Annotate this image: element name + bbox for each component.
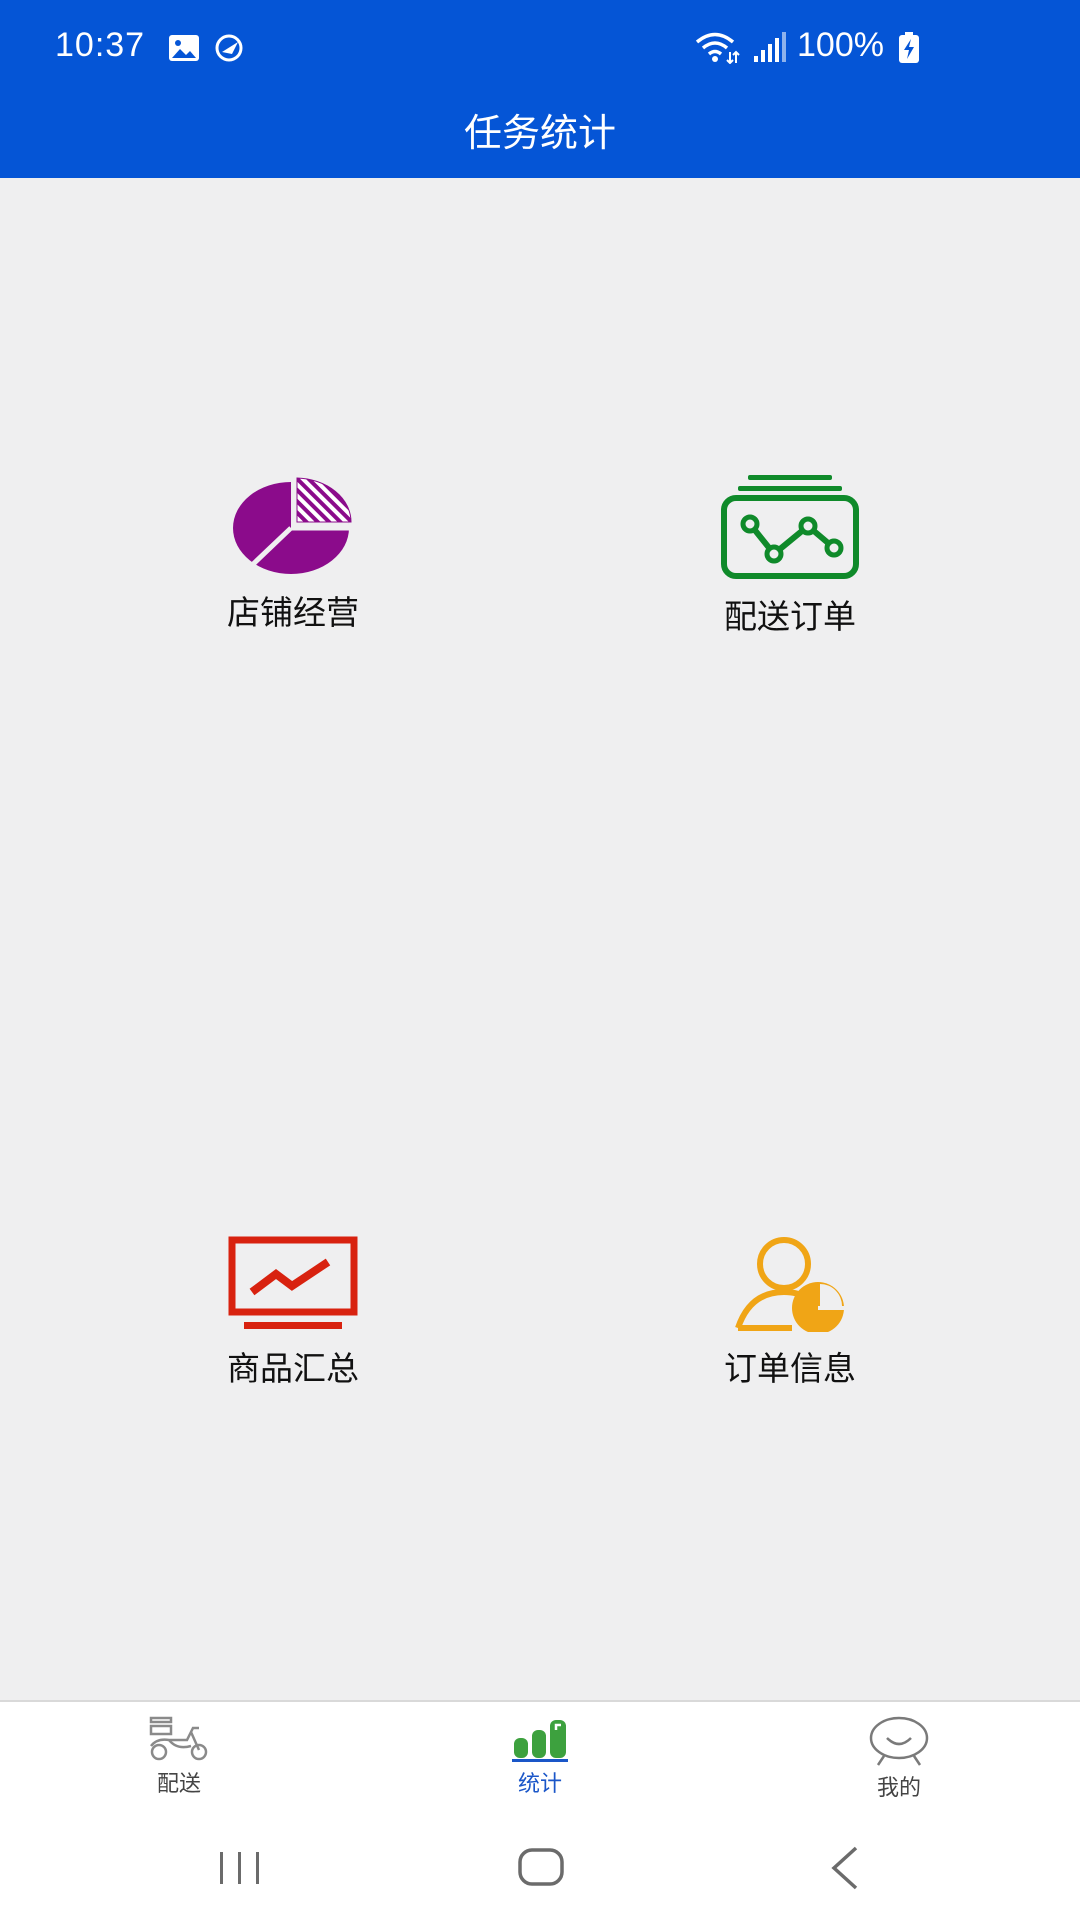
tile-order-info[interactable]: 订单信息 <box>640 1236 940 1436</box>
tile-delivery-orders[interactable]: 配送订单 <box>640 472 940 672</box>
tile-label: 订单信息 <box>724 1349 856 1388</box>
status-time: 10:37 <box>55 26 146 64</box>
tile-label: 配送订单 <box>724 597 856 636</box>
nav-label: 统计 <box>517 1772 562 1797</box>
status-bar: 10:37 100% <box>0 0 1080 96</box>
tile-product-summary[interactable]: 商品汇总 <box>143 1236 443 1436</box>
scooter-icon <box>149 1716 208 1761</box>
home-icon[interactable] <box>500 1838 580 1898</box>
nav-tab-mine[interactable]: 我的 <box>799 1716 999 1816</box>
nav-tab-statistics[interactable]: 统计 <box>440 1716 640 1816</box>
wifi-icon <box>695 32 740 64</box>
battery-percentage: 100% <box>797 26 884 64</box>
bottom-nav: 配送 统计 我的 <box>0 1700 1080 1818</box>
pie-chart-icon <box>233 477 352 574</box>
system-nav-bar <box>0 1816 1080 1920</box>
signal-icon <box>754 32 786 62</box>
tile-label: 商品汇总 <box>227 1349 359 1388</box>
nav-label: 配送 <box>156 1772 201 1797</box>
user-pie-icon <box>735 1237 844 1332</box>
monitor-trend-icon <box>228 1236 358 1329</box>
header: 10:37 100% 任务统计 <box>0 0 1080 178</box>
screen: 10:37 100% 任务统计 店铺经营 配送订单 商品汇总 订单信息 配送 统… <box>0 0 1080 1920</box>
nav-label: 我的 <box>876 1776 921 1801</box>
smiley-profile-icon <box>869 1716 929 1766</box>
recent-apps-icon[interactable] <box>200 1838 280 1898</box>
page-title: 任务统计 <box>463 111 616 155</box>
image-icon <box>169 35 199 61</box>
tile-label: 店铺经营 <box>227 593 359 632</box>
line-chart-card-icon <box>721 475 859 579</box>
tile-store-operations[interactable]: 店铺经营 <box>143 472 443 672</box>
battery-charging-icon <box>899 32 919 63</box>
back-icon[interactable] <box>804 1838 884 1898</box>
app-notification-icon <box>215 34 243 62</box>
bar-stats-icon <box>512 1720 568 1762</box>
nav-tab-delivery[interactable]: 配送 <box>79 1716 279 1816</box>
